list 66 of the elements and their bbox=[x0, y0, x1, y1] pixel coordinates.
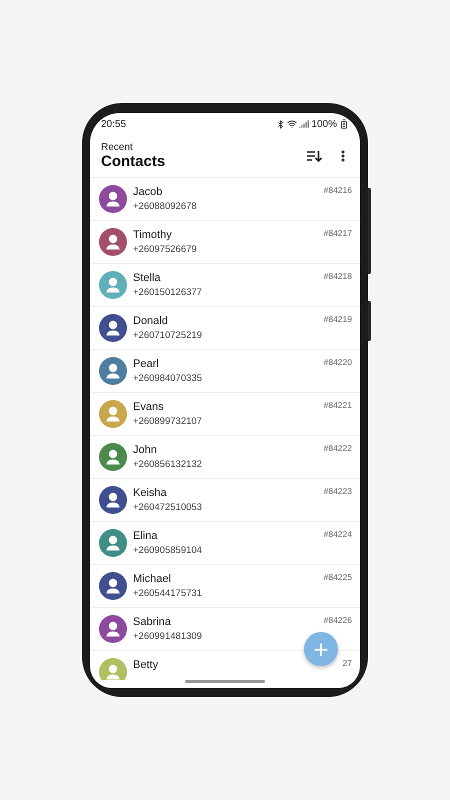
contact-name: Keisha bbox=[133, 487, 168, 499]
contact-id: 27 bbox=[342, 658, 352, 668]
contact-row[interactable]: Evans +260899732107 #84221 bbox=[90, 393, 360, 436]
contact-id: #84226 bbox=[324, 615, 352, 625]
avatar-icon bbox=[99, 400, 127, 428]
avatar-icon bbox=[99, 228, 127, 256]
contact-id: #84225 bbox=[324, 572, 352, 582]
contact-phone: +260544175731 bbox=[133, 588, 203, 599]
contact-phone: +26088092678 bbox=[133, 201, 198, 212]
contact-phone: +260984070335 bbox=[133, 373, 203, 384]
contact-name: Pearl bbox=[133, 358, 160, 370]
battery-percent: 100% bbox=[311, 118, 337, 130]
contact-phone: +26097526679 bbox=[133, 244, 198, 255]
contact-name: Timothy bbox=[133, 229, 173, 241]
wifi-icon bbox=[287, 119, 298, 129]
avatar-icon bbox=[99, 314, 127, 342]
contact-id: #84222 bbox=[324, 443, 352, 453]
contact-row[interactable]: Timothy +26097526679 #84217 bbox=[90, 221, 360, 264]
contact-row[interactable]: Stella +260150126377 #84218 bbox=[90, 264, 360, 307]
contact-name: Betty bbox=[133, 659, 160, 671]
bluetooth-icon bbox=[276, 120, 286, 128]
contact-row[interactable]: John +260856132132 #84222 bbox=[90, 436, 360, 479]
sort-icon bbox=[307, 150, 322, 162]
avatar-icon bbox=[99, 529, 127, 557]
contact-row[interactable]: Elina +260905859104 #84224 bbox=[90, 522, 360, 565]
contact-id: #84220 bbox=[324, 357, 352, 367]
contact-phone: +260991481309 bbox=[133, 631, 203, 642]
contact-name: Sabrina bbox=[133, 616, 172, 628]
contact-id: #84218 bbox=[324, 271, 352, 281]
contact-row[interactable]: Jacob +26088092678 #84216 bbox=[90, 178, 360, 221]
contact-name: Donald bbox=[133, 315, 169, 327]
contact-name: Elina bbox=[133, 530, 158, 542]
avatar-icon bbox=[99, 357, 127, 385]
avatar-icon bbox=[99, 185, 127, 213]
contact-phone: +260899732107 bbox=[133, 416, 203, 427]
contact-id: #84219 bbox=[324, 314, 352, 324]
contact-name: Jacob bbox=[133, 186, 164, 198]
battery-icon bbox=[339, 119, 349, 129]
contact-id: #84224 bbox=[324, 529, 352, 539]
contact-name: Stella bbox=[133, 272, 162, 284]
contact-phone: +260150126377 bbox=[133, 287, 203, 298]
avatar-icon bbox=[99, 572, 127, 600]
status-time: 20:55 bbox=[101, 118, 126, 130]
contact-id: #84221 bbox=[324, 400, 352, 410]
contact-row[interactable]: Pearl +260984070335 #84220 bbox=[90, 350, 360, 393]
contact-row[interactable]: Keisha +260472510053 #84223 bbox=[90, 479, 360, 522]
contact-phone: +260905859104 bbox=[133, 545, 203, 556]
contact-name: Michael bbox=[133, 573, 172, 585]
avatar-icon bbox=[99, 615, 127, 643]
contact-name: John bbox=[133, 444, 158, 456]
contact-row[interactable]: Donald +260710725219 #84219 bbox=[90, 307, 360, 350]
contact-id: #84217 bbox=[324, 228, 352, 238]
avatar-icon bbox=[99, 271, 127, 299]
sort-button[interactable] bbox=[307, 150, 322, 162]
avatar-icon bbox=[99, 443, 127, 471]
signal-icon bbox=[299, 119, 310, 129]
avatar-icon bbox=[99, 486, 127, 514]
contact-row[interactable]: Michael +260544175731 #84225 bbox=[90, 565, 360, 608]
contact-phone: +260710725219 bbox=[133, 330, 203, 341]
header-subtitle: Recent bbox=[101, 142, 134, 153]
contact-phone: +260856132132 bbox=[133, 459, 203, 470]
contact-phone: +260472510053 bbox=[133, 502, 203, 513]
contact-id: #84223 bbox=[324, 486, 352, 496]
contact-id: #84216 bbox=[324, 185, 352, 195]
header-title: Contacts bbox=[101, 153, 166, 170]
contact-name: Evans bbox=[133, 401, 165, 413]
